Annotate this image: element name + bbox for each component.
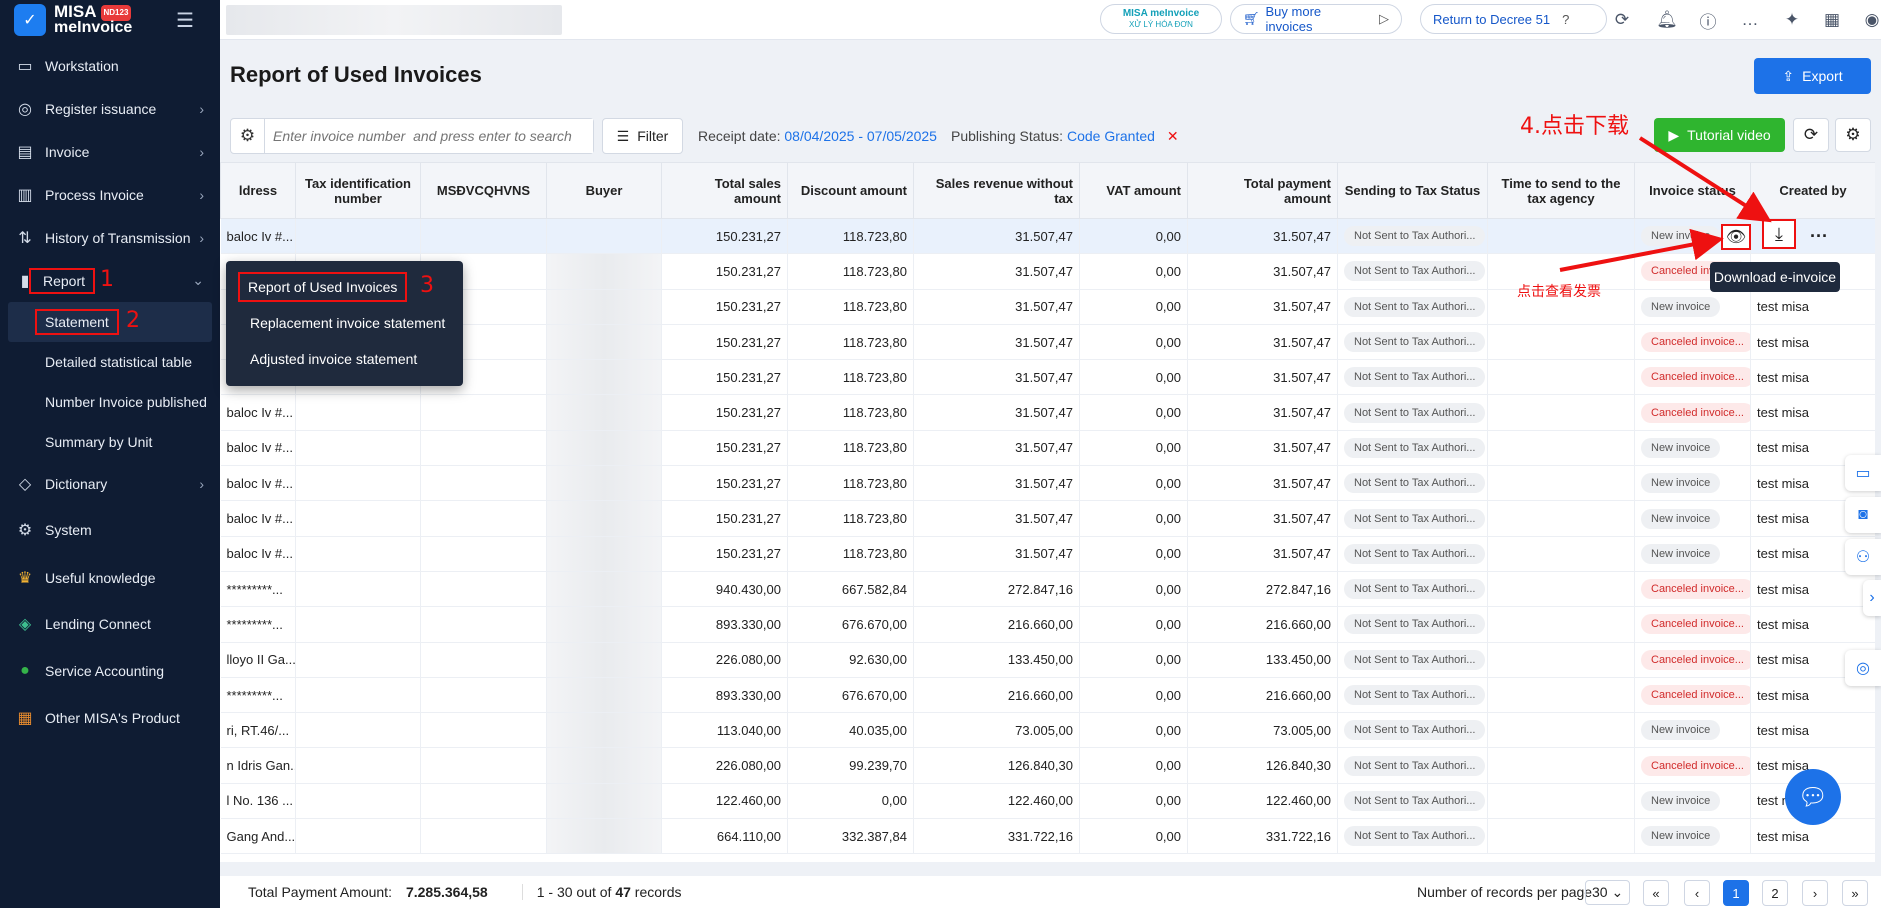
submenu-replacement-statement[interactable]: Replacement invoice statement	[226, 305, 463, 341]
last-page-button[interactable]: »	[1842, 880, 1868, 906]
records-info: 1 - 30 out of 47 records	[521, 884, 681, 900]
robot-icon[interactable]: ◙	[1845, 497, 1881, 533]
total-payment-label: Total Payment Amount:	[248, 884, 392, 900]
first-page-button[interactable]: «	[1643, 880, 1669, 906]
message-icon[interactable]: ▭	[1845, 455, 1881, 491]
submenu-report-used-invoices[interactable]: Report of Used Invoices 3	[226, 269, 463, 305]
next-page-button[interactable]: ›	[1802, 880, 1828, 906]
page-1-button[interactable]: 1	[1723, 880, 1749, 906]
page-2-button[interactable]: 2	[1762, 880, 1788, 906]
chevron-right-icon[interactable]: ›	[1863, 580, 1881, 616]
chevron-down-icon: ⌄	[1611, 883, 1624, 900]
chat-support-icon[interactable]: 💬︎	[1785, 769, 1841, 825]
annotation-arrows	[1559, 136, 1772, 272]
submenu-adjusted-statement[interactable]: Adjusted invoice statement	[226, 341, 463, 377]
total-payment-value: 7.285.364,58	[405, 884, 488, 900]
table-footer: Total Payment Amount: 7.285.364,58 1 - 3…	[220, 876, 1881, 908]
per-page-select[interactable]: 30 ⌄	[1585, 879, 1631, 905]
per-page-label: Number of records per page	[1417, 884, 1593, 900]
prev-page-button[interactable]: ‹	[1684, 880, 1710, 906]
support-icon[interactable]: ◎	[1845, 650, 1881, 686]
annotation-number-3: 3	[420, 273, 434, 298]
report-submenu: Report of Used Invoices 3 Replacement in…	[226, 261, 463, 386]
team-icon[interactable]: ⚇	[1845, 539, 1881, 575]
